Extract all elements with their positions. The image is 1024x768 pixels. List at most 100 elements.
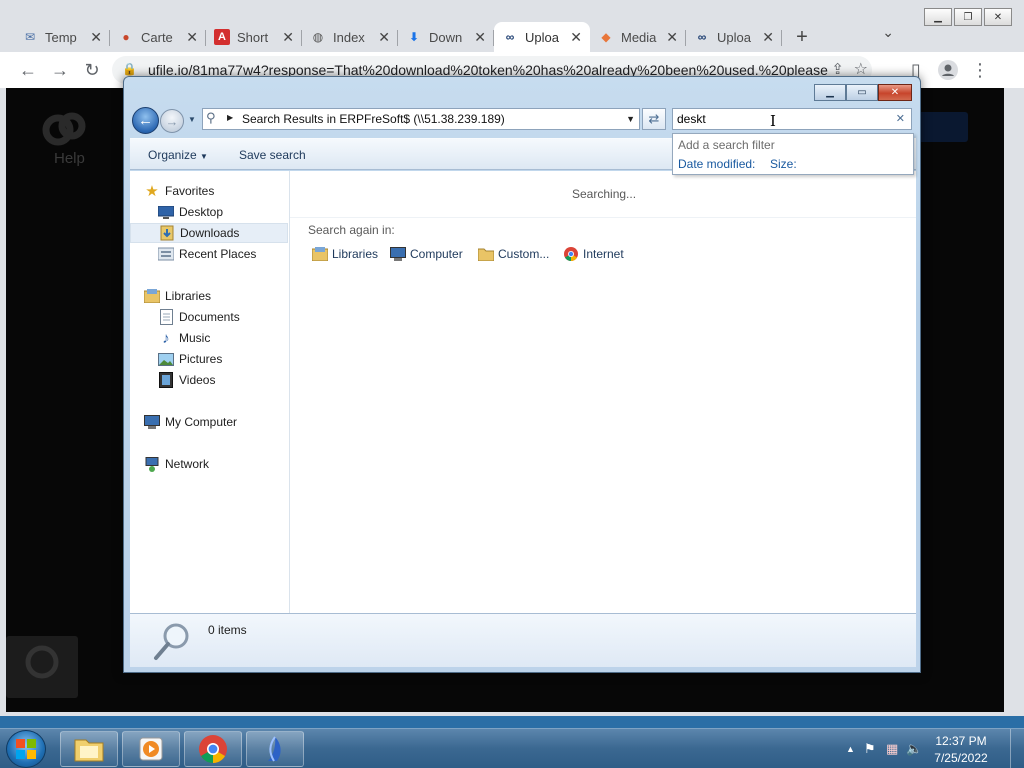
libraries-icon [312, 246, 328, 262]
nav-network[interactable]: Network [144, 454, 302, 474]
organize-menu[interactable]: Organize ▼ [148, 148, 208, 162]
tab-close-icon[interactable]: ✕ [570, 29, 582, 46]
back-arrow-icon[interactable]: ← [132, 107, 159, 134]
star-icon: ★ [145, 183, 159, 200]
tab-close-icon[interactable]: ✕ [474, 29, 486, 46]
action-center-icon[interactable]: ⚑ [864, 741, 876, 757]
new-tab-button[interactable]: + [782, 22, 822, 52]
dialog-maximize-button[interactable]: ▭ [846, 84, 878, 101]
browser-minimize-button[interactable]: ▁ [924, 8, 952, 26]
tab-title: Media [621, 29, 657, 45]
navigation-pane: ★ Favorites Desktop Downloads Recent Pla… [130, 171, 290, 613]
tab-strip: ✉ Temp ✕ ● Carte ✕ A Short ✕ ◍ Index ✕ ⬇… [14, 18, 822, 52]
tab-upload[interactable]: ∞ Uploa ✕ [686, 22, 782, 52]
recent-pages-chevron-icon[interactable]: ▼ [188, 115, 196, 124]
explorer-search-box[interactable]: ✕ [672, 108, 912, 130]
reload-icon[interactable]: ↻ [80, 58, 104, 82]
recaptcha-badge[interactable] [6, 636, 78, 698]
tab-close-icon[interactable]: ✕ [90, 29, 102, 46]
refresh-icon[interactable]: ⇄ [642, 108, 666, 130]
network-status-icon[interactable]: ▦ [886, 741, 898, 757]
browser-forward-icon[interactable]: → [48, 58, 72, 82]
search-again-computer[interactable]: Computer [390, 245, 463, 263]
forward-arrow-icon[interactable]: → [160, 109, 184, 133]
sail-app-icon [268, 736, 281, 762]
taskbar-chrome[interactable] [184, 731, 242, 767]
address-path: Search Results in ERPFreSoft$ (\\51.38.2… [242, 112, 505, 126]
item-count: 0 items [208, 623, 247, 637]
clear-search-icon[interactable]: ✕ [896, 112, 905, 125]
profile-avatar-icon[interactable] [936, 58, 960, 82]
search-again-internet[interactable]: Internet [563, 245, 624, 263]
tab-title: Carte [141, 29, 173, 45]
nav-label: Music [179, 331, 211, 345]
taskbar-media-player[interactable] [122, 731, 180, 767]
nav-label: Favorites [165, 184, 215, 198]
dialog-close-button[interactable]: ✕ [878, 84, 912, 101]
page-help-link[interactable]: Help [54, 150, 85, 167]
nav-label: Documents [179, 310, 240, 324]
show-hidden-icons-icon[interactable]: ▲ [846, 744, 855, 754]
size-filter[interactable]: Size: [770, 157, 797, 171]
search-filter-header: Add a search filter [678, 138, 775, 152]
burger-icon: ● [122, 30, 130, 44]
tab-temp[interactable]: ✉ Temp ✕ [14, 22, 110, 52]
breadcrumb-chevron-icon[interactable]: ▶ [227, 113, 233, 122]
nav-libraries[interactable]: Libraries [144, 286, 302, 306]
system-tray: ▲ ⚑ ▦ 🔈 12:37 PM 7/25/2022 [834, 729, 1024, 768]
windows-taskbar: ▲ ⚑ ▦ 🔈 12:37 PM 7/25/2022 [0, 728, 1024, 768]
nav-label: Network [165, 457, 210, 471]
date-modified-filter[interactable]: Date modified: [678, 157, 755, 171]
tab-carte[interactable]: ● Carte ✕ [110, 22, 206, 52]
tab-close-icon[interactable]: ✕ [762, 29, 774, 46]
dialog-minimize-button[interactable]: ▁ [814, 84, 846, 101]
taskbar-app[interactable] [246, 731, 304, 767]
nav-my-computer[interactable]: My Computer [144, 412, 302, 432]
search-again-label-libraries: Libraries [332, 247, 379, 261]
search-input[interactable] [677, 111, 887, 127]
search-again-libraries[interactable]: Libraries [312, 245, 378, 263]
explorer-address-box[interactable]: ⚲ ▶ Search Results in ERPFreSoft$ (\\51.… [202, 108, 640, 130]
browser-menu-icon[interactable]: ⋮ [968, 58, 992, 82]
nav-label: Recent Places [179, 247, 257, 261]
tab-index[interactable]: ◍ Index ✕ [302, 22, 398, 52]
start-button[interactable] [6, 730, 46, 768]
tab-upload-active[interactable]: ∞ Uploa ✕ [494, 22, 590, 52]
tab-media[interactable]: ◆ Media ✕ [590, 22, 686, 52]
network-icon [144, 456, 160, 472]
nav-label: My Computer [165, 415, 238, 429]
tab-close-icon[interactable]: ✕ [666, 29, 678, 46]
nav-favorites[interactable]: ★ Favorites [144, 181, 302, 201]
download-icon: ⬇ [408, 30, 420, 44]
nav-label: Desktop [179, 205, 224, 219]
search-again-custom[interactable]: Custom... [478, 245, 549, 263]
tab-down[interactable]: ⬇ Down ✕ [398, 22, 494, 52]
desktop-icon [158, 204, 174, 220]
tab-close-icon[interactable]: ✕ [186, 29, 198, 46]
tab-search-chevron-icon[interactable]: ⌄ [882, 24, 894, 41]
save-search-button[interactable]: Save search [239, 148, 306, 162]
documents-icon [158, 309, 174, 325]
show-desktop-button[interactable] [1010, 729, 1024, 768]
mail-icon: ✉ [24, 30, 36, 44]
browser-close-button[interactable]: ✕ [984, 8, 1012, 26]
taskbar-explorer[interactable] [60, 731, 118, 767]
search-again-label-custom: Custom... [498, 247, 550, 261]
chrome-icon [563, 246, 579, 262]
pictures-icon [158, 351, 174, 367]
volume-icon[interactable]: 🔈 [906, 741, 922, 757]
pdf-icon: A [214, 29, 230, 45]
folder-icon [478, 246, 494, 262]
music-note-icon: ♪ [162, 329, 170, 347]
tab-close-icon[interactable]: ✕ [378, 29, 390, 46]
tab-short[interactable]: A Short ✕ [206, 22, 302, 52]
clock-date[interactable]: 7/25/2022 [926, 751, 996, 765]
browser-restore-button[interactable]: ❐ [954, 8, 982, 26]
windows-logo-icon [16, 739, 36, 759]
nav-downloads[interactable]: Downloads [130, 223, 288, 243]
address-dropdown-icon[interactable]: ▼ [626, 114, 635, 124]
browser-back-icon[interactable]: ← [16, 58, 40, 82]
nav-label: Videos [179, 373, 216, 387]
tab-close-icon[interactable]: ✕ [282, 29, 294, 46]
clock-time[interactable]: 12:37 PM [926, 734, 996, 748]
